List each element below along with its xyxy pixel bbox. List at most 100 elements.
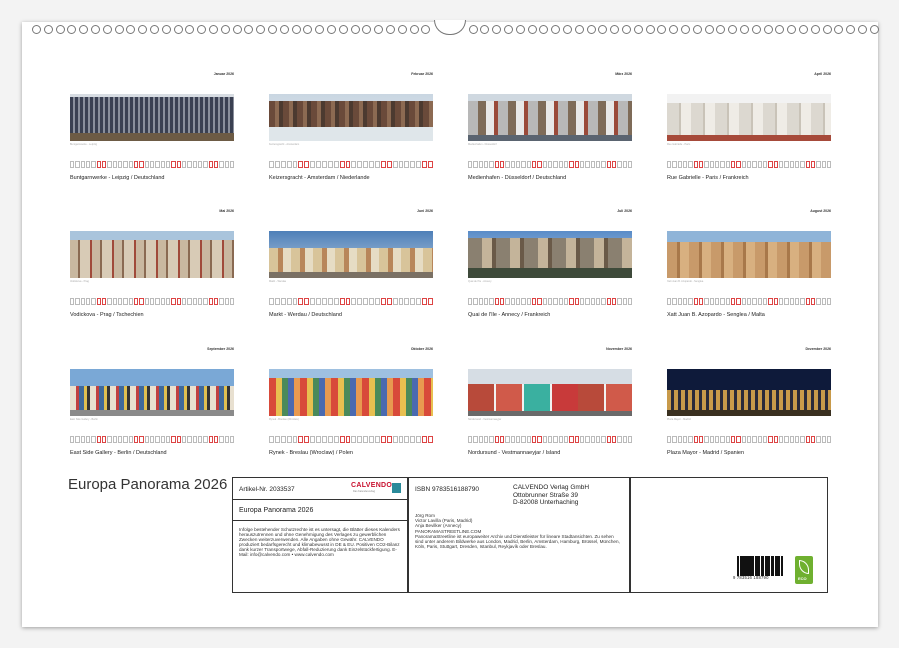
day-cell	[369, 161, 374, 168]
photo-credit: Buntgarnwerke - Leipzig	[70, 143, 97, 146]
binding-ring	[799, 25, 808, 34]
day-cell	[269, 161, 274, 168]
day-cell	[559, 436, 563, 443]
credits-text: Jörg Rom Victor Lavilla (Paris, Madrid) …	[415, 513, 620, 549]
month-caption: Quai de l'Ile - Annecy / Frankreich	[468, 312, 550, 318]
binding-ring	[563, 25, 572, 34]
day-cell	[601, 161, 605, 168]
day-cell	[129, 436, 133, 443]
day-cell	[694, 298, 698, 305]
day-cell	[591, 436, 595, 443]
isbn: ISBN 9783516188790	[415, 486, 479, 493]
photo-credit: Quai de l'Ile - Annecy	[468, 280, 492, 283]
day-cell	[428, 161, 433, 168]
binding-ring	[610, 25, 619, 34]
day-cell	[177, 298, 181, 305]
day-cell	[166, 436, 170, 443]
day-cell	[564, 161, 568, 168]
binding-ring	[126, 25, 135, 34]
day-cell	[97, 298, 101, 305]
binding-ring	[79, 25, 88, 34]
day-cell	[107, 298, 111, 305]
month-caption: Markt - Werdau / Deutschland	[269, 312, 342, 318]
day-cell	[612, 161, 616, 168]
day-cell	[155, 436, 159, 443]
binding-ring	[622, 25, 631, 34]
day-cell	[123, 298, 127, 305]
day-cell	[468, 436, 472, 443]
day-cell	[171, 436, 175, 443]
day-cell	[559, 161, 563, 168]
day-cell	[710, 298, 714, 305]
day-cell	[800, 161, 804, 168]
day-cell	[774, 298, 778, 305]
day-cell	[97, 161, 101, 168]
day-cell	[225, 161, 229, 168]
day-cell	[86, 161, 90, 168]
day-cell	[768, 298, 772, 305]
day-strip	[70, 161, 234, 167]
day-cell	[543, 298, 547, 305]
day-cell	[416, 298, 421, 305]
photo-credit: Medienhafen - Düsseldorf	[468, 143, 497, 146]
day-cell	[404, 161, 409, 168]
day-cell	[399, 161, 404, 168]
day-cell	[720, 161, 724, 168]
photo-credit: Keizersgracht - Amsterdam	[269, 143, 299, 146]
month-caption: Rue Gabrielle - Paris / Frankreich	[667, 175, 749, 181]
day-cell	[704, 161, 708, 168]
binding-ring	[528, 25, 537, 34]
day-cell	[575, 436, 579, 443]
day-cell	[187, 161, 191, 168]
day-cell	[161, 161, 165, 168]
month-photo	[667, 369, 831, 416]
day-cell	[328, 436, 333, 443]
day-cell	[107, 436, 111, 443]
day-strip	[468, 161, 632, 167]
day-cell	[532, 298, 536, 305]
day-cell	[113, 161, 117, 168]
day-cell	[489, 436, 493, 443]
day-cell	[375, 161, 380, 168]
day-cell	[527, 298, 531, 305]
day-cell	[102, 298, 106, 305]
day-cell	[747, 436, 751, 443]
day-cell	[219, 161, 223, 168]
binding-ring	[67, 25, 76, 34]
day-cell	[70, 161, 74, 168]
day-cell	[129, 161, 133, 168]
day-cell	[715, 436, 719, 443]
day-cell	[304, 436, 309, 443]
day-cell	[601, 298, 605, 305]
day-cell	[816, 161, 820, 168]
product-title: Europa Panorama 2026	[239, 507, 313, 514]
day-cell	[166, 161, 170, 168]
day-cell	[113, 436, 117, 443]
day-cell	[70, 298, 74, 305]
day-cell	[269, 298, 274, 305]
day-cell	[532, 161, 536, 168]
month-caption: Rynek - Breslau (Wroclaw) / Polen	[269, 450, 353, 456]
day-cell	[731, 161, 735, 168]
day-cell	[479, 436, 483, 443]
day-cell	[198, 298, 202, 305]
eco-badge: ECO	[795, 556, 813, 584]
day-cell	[710, 161, 714, 168]
day-cell	[171, 161, 175, 168]
day-cell	[203, 298, 207, 305]
photo-credit: Vodickova - Prag	[70, 280, 89, 283]
day-cell	[177, 436, 181, 443]
day-cell	[75, 298, 79, 305]
day-cell	[203, 161, 207, 168]
month-caption: Keizersgracht - Amsterdam / Niederlande	[269, 175, 370, 181]
binding-ring	[339, 25, 348, 34]
day-cell	[269, 436, 274, 443]
day-cell	[118, 161, 122, 168]
day-cell	[715, 161, 719, 168]
day-cell	[322, 298, 327, 305]
day-cell	[612, 298, 616, 305]
photo-credit: Rue Gabrielle - Paris	[667, 143, 690, 146]
day-cell	[806, 298, 810, 305]
day-cell	[548, 161, 552, 168]
day-strip	[269, 161, 433, 167]
